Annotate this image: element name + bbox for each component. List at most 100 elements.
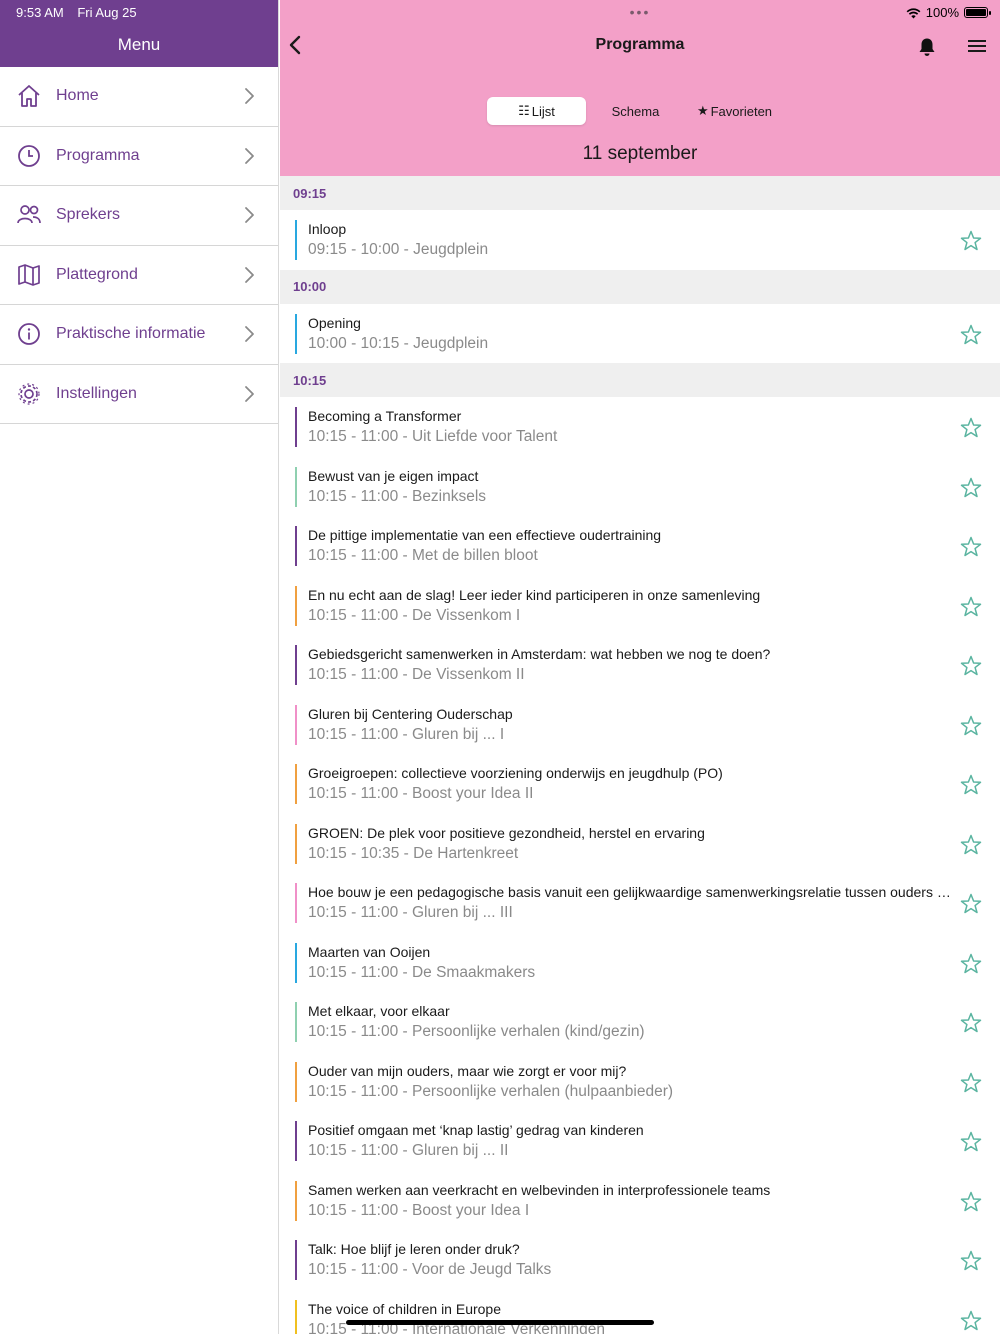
favorite-star-icon[interactable] bbox=[959, 892, 983, 916]
session-title: Met elkaar, voor elkaar bbox=[308, 1003, 450, 1019]
session-row[interactable]: The voice of children in Europe 10:15 - 1… bbox=[280, 1290, 1000, 1334]
gear-icon bbox=[16, 381, 42, 407]
favorite-star-icon[interactable] bbox=[959, 323, 983, 347]
favorite-star-icon[interactable] bbox=[959, 1190, 983, 1214]
track-color-bar bbox=[295, 1299, 297, 1334]
chevron-right-icon bbox=[245, 385, 254, 402]
main-panel: ••• 100% Programma ☷ Lijst Schema ★ Favo… bbox=[280, 0, 1000, 1334]
tab-schema[interactable]: Schema bbox=[586, 97, 685, 125]
session-row[interactable]: Met elkaar, voor elkaar 10:15 - 11:00 - P… bbox=[280, 992, 1000, 1052]
session-row[interactable]: Groeigroepen: collectieve voorziening on… bbox=[280, 754, 1000, 814]
info-icon bbox=[16, 321, 42, 347]
session-title: Maarten van Ooijen bbox=[308, 943, 431, 960]
bell-icon[interactable] bbox=[916, 36, 938, 58]
track-color-bar bbox=[295, 883, 297, 923]
session-row[interactable]: Maarten van Ooijen 10:15 - 11:00 - De Sma… bbox=[280, 933, 1000, 992]
people-icon bbox=[16, 202, 42, 228]
favorite-star-icon[interactable] bbox=[959, 654, 983, 678]
home-icon bbox=[16, 83, 42, 109]
track-color-bar bbox=[295, 942, 297, 983]
sidebar-item-plattegrond[interactable]: Plattegrond bbox=[0, 246, 278, 305]
session-row[interactable]: De pittige implementatie van een effecti… bbox=[280, 516, 1000, 576]
sidebar-item-instellingen[interactable]: Instellingen bbox=[0, 365, 278, 424]
sidebar-item-home[interactable]: Home bbox=[0, 67, 278, 127]
session-row[interactable]: Samen werken aan veerkracht en welbevind… bbox=[280, 1171, 1000, 1230]
favorite-star-icon[interactable] bbox=[959, 1071, 983, 1095]
session-time-location: 10:15 - 11:00 - Persoonlijke verhalen (k… bbox=[308, 1023, 645, 1040]
favorite-star-icon[interactable] bbox=[959, 416, 983, 440]
session-title: Gluren bij Centering Ouderschap bbox=[308, 705, 513, 722]
favorite-star-icon[interactable] bbox=[959, 535, 983, 559]
session-time-location: 10:15 - 11:00 - Gluren bij ... III bbox=[308, 904, 513, 921]
status-time: 9:53 AM bbox=[16, 5, 64, 20]
session-row[interactable]: GROEN: De plek voor positieve gezondheid… bbox=[280, 814, 1000, 873]
favorite-star-icon[interactable] bbox=[959, 476, 983, 500]
favorite-star-icon[interactable] bbox=[959, 714, 983, 738]
home-indicator[interactable] bbox=[346, 1320, 654, 1325]
sidebar-item-label: Plattegrond bbox=[56, 265, 138, 283]
session-row[interactable]: Ouder van mijn ouders, maar wie zorgt er… bbox=[280, 1052, 1000, 1111]
favorite-star-icon[interactable] bbox=[959, 1249, 983, 1273]
tab-lijst[interactable]: ☷ Lijst bbox=[487, 97, 586, 125]
session-title: Opening bbox=[308, 314, 361, 331]
session-title: De pittige implementatie van een effecti… bbox=[308, 527, 662, 543]
session-time-location: 10:15 - 11:00 - De Smaakmakers bbox=[308, 963, 536, 981]
session-time-location: 09:15 - 10:00 - Jeugdplein bbox=[308, 241, 489, 258]
session-time-location: 10:15 - 10:35 - De Hartenkreet bbox=[308, 844, 519, 862]
time-slot-header: 10:15 bbox=[280, 363, 1000, 397]
session-time-location: 10:15 - 11:00 - De Vissenkom I bbox=[308, 606, 521, 624]
schedule-list: 09:15 Inloop 09:15 - 10:00 - Jeugdplein 10:… bbox=[280, 176, 1000, 1334]
session-title: Becoming a Transformer bbox=[308, 408, 462, 424]
session-row[interactable]: Gluren bij Centering Ouderschap 10:15 - 1… bbox=[280, 695, 1000, 754]
session-row[interactable]: Hoe bouw je een pedagogische basis vanui… bbox=[280, 873, 1000, 933]
battery-icon bbox=[964, 7, 991, 18]
tab-schema-label: Schema bbox=[611, 103, 660, 119]
sidebar-item-programma[interactable]: Programma bbox=[0, 127, 278, 186]
session-row[interactable]: Gebiedsgericht samenwerken in Amsterdam:… bbox=[280, 635, 1000, 695]
status-date: Fri Aug 25 bbox=[77, 5, 137, 20]
session-time-location: 10:15 - 11:00 - Uit Liefde voor Talent bbox=[308, 428, 558, 445]
sidebar-item-praktische-informatie[interactable]: Praktische informatie bbox=[0, 305, 278, 365]
session-title: Hoe bouw je een pedagogische basis vanui… bbox=[308, 884, 954, 900]
session-time-location: 10:15 - 11:00 - Met de billen bloot bbox=[308, 547, 538, 564]
track-color-bar bbox=[295, 823, 297, 864]
favorite-star-icon[interactable] bbox=[959, 1130, 983, 1154]
hamburger-menu-icon[interactable] bbox=[966, 37, 988, 55]
sidebar-item-label: Praktische informatie bbox=[56, 325, 206, 343]
app-screen: 9:53 AM Fri Aug 25 Menu Home Programma Spr… bbox=[0, 0, 1000, 1334]
favorite-star-icon[interactable] bbox=[959, 595, 983, 619]
multitasking-dots[interactable]: ••• bbox=[630, 4, 651, 20]
sidebar-item-sprekers[interactable]: Sprekers bbox=[0, 186, 278, 246]
track-color-bar bbox=[295, 1121, 297, 1161]
session-title: GROEN: De plek voor positieve gezondheid… bbox=[308, 824, 705, 841]
session-row[interactable]: Positief omgaan met ‘knap lastig’ gedrag… bbox=[280, 1111, 1000, 1171]
session-row[interactable]: Becoming a Transformer 10:15 - 11:00 - Ui… bbox=[280, 397, 1000, 457]
session-row[interactable]: Bewust van je eigen impact 10:15 - 11:00 … bbox=[280, 457, 1000, 516]
date-heading: 11 september bbox=[582, 143, 698, 164]
favorite-star-icon[interactable] bbox=[959, 773, 983, 797]
tab-favorieten[interactable]: ★ Favorieten bbox=[685, 97, 784, 125]
battery-percentage: 100% bbox=[925, 5, 959, 20]
time-slot-header: 09:15 bbox=[280, 176, 1000, 210]
session-row[interactable]: Opening 10:00 - 10:15 - Jeugdplein bbox=[280, 304, 1000, 363]
track-color-bar bbox=[295, 526, 297, 566]
session-title: Talk: Hoe blijf je leren onder druk? bbox=[308, 1241, 520, 1257]
session-row[interactable]: Talk: Hoe blijf je leren onder druk? 10:1… bbox=[280, 1230, 1000, 1290]
chevron-right-icon bbox=[245, 266, 254, 283]
session-row[interactable]: Inloop 09:15 - 10:00 - Jeugdplein bbox=[280, 210, 1000, 270]
sidebar-item-label: Home bbox=[56, 87, 99, 105]
chevron-right-icon bbox=[245, 147, 254, 164]
wifi-icon bbox=[906, 7, 921, 18]
session-time-location: 10:15 - 11:00 - Gluren bij ... I bbox=[308, 725, 505, 743]
session-time-location: 10:15 - 11:00 - Boost your Idea I bbox=[308, 1201, 530, 1219]
session-time-location: 10:15 - 11:00 - Boost your Idea II bbox=[308, 785, 534, 802]
favorite-star-icon[interactable] bbox=[959, 952, 983, 976]
session-row[interactable]: En nu echt aan de slag! Leer ieder kind … bbox=[280, 576, 1000, 635]
favorite-star-icon[interactable] bbox=[959, 1309, 983, 1333]
status-bar-right: 100% bbox=[906, 5, 991, 20]
session-time-location: 10:00 - 10:15 - Jeugdplein bbox=[308, 334, 489, 352]
favorite-star-icon[interactable] bbox=[959, 833, 983, 857]
favorite-star-icon[interactable] bbox=[959, 1011, 983, 1035]
favorite-star-icon[interactable] bbox=[959, 229, 983, 253]
sidebar-items: Home Programma Sprekers Plattegrond Praktisc… bbox=[0, 67, 278, 424]
